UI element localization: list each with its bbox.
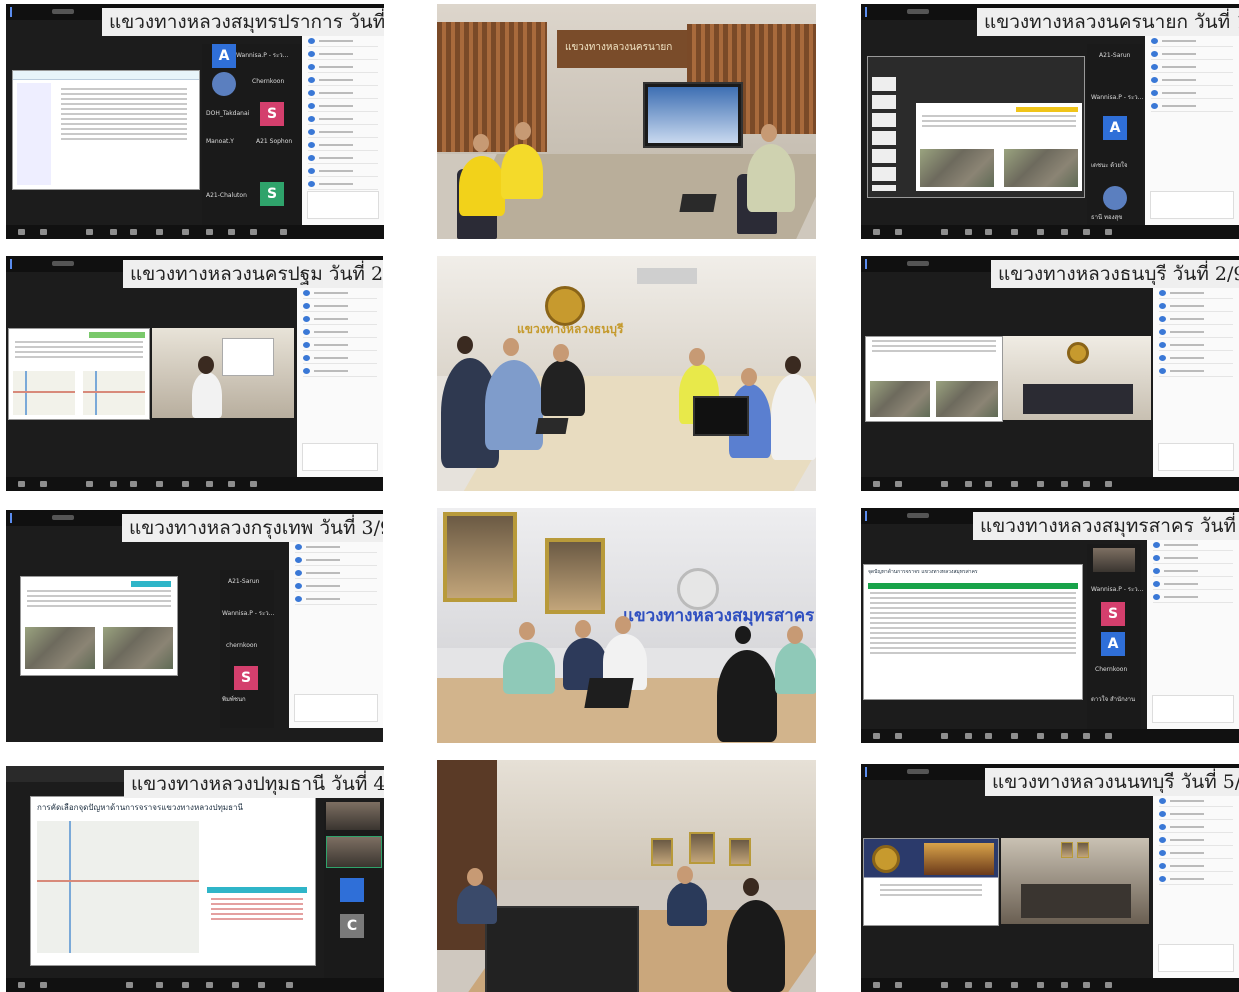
wall-sign: แขวงทางหลวงธนบุรี	[517, 322, 624, 336]
zoom-screenshot-samut-prakan: แขวงทางหลวงสมุทรปราการ วันที่ 29/8/68 AW…	[6, 4, 384, 239]
meeting-caption: แขวงทางหลวงสมุทรสาคร วันที่ 3/9/68	[973, 512, 1239, 540]
zoom-logo	[865, 7, 889, 17]
avatar	[212, 72, 236, 96]
participant-gallery: Wannisa.P - ระว... S A Chernkoon ดาวใจ ส…	[1087, 544, 1143, 729]
shared-slide: จุดปัญหาด้านการจราจร แขวงทางหลวงสมุทรสาค…	[863, 564, 1083, 700]
zoom-toolbar[interactable]	[6, 225, 384, 239]
meeting-photo-thonburi: แขวงทางหลวงธนบุรี	[437, 256, 816, 491]
zoom-toolbar[interactable]	[6, 477, 383, 491]
chat-input[interactable]	[1158, 944, 1234, 972]
monitor	[485, 906, 639, 992]
chat-input[interactable]	[294, 694, 378, 722]
participant-video	[152, 328, 294, 418]
chat-panel[interactable]	[1153, 286, 1239, 477]
shared-slide	[8, 328, 150, 420]
zoom-screenshot-nonthaburi: แขวงทางหลวงนนทบุรี วันที่ 5/9/68	[861, 764, 1239, 992]
chat-panel[interactable]	[1145, 34, 1239, 225]
zoom-toolbar[interactable]	[861, 225, 1239, 239]
zoom-screenshot-nakhon-nayok: แขวงทางหลวงนครนายก วันที่ 1/9/68 A21-Sar…	[861, 4, 1239, 239]
slide-title: จุดปัญหาด้านการจราจร แขวงทางหลวงสมุทรสาค…	[868, 569, 978, 575]
zoom-screenshot-samut-sakhon: แขวงทางหลวงสมุทรสาคร วันที่ 3/9/68 จุดปั…	[861, 508, 1239, 743]
avatar: S	[260, 102, 284, 126]
meeting-photo-nakhon-nayok: แขวงทางหลวงนครนายก	[437, 4, 816, 239]
slide-title: การคัดเลือกจุดปัญหาด้านการจราจรแขวงทางหล…	[37, 803, 243, 812]
wall-sign: แขวงทางหลวงสมุทรสาคร	[623, 606, 815, 626]
zoom-screenshot-thonburi: แขวงทางหลวงธนบุรี วันที่ 2/9/68	[861, 256, 1239, 491]
meeting-caption: แขวงทางหลวงปทุมธานี วันที่ 4/9/68	[124, 770, 384, 798]
royal-portrait	[443, 512, 517, 602]
participant-video	[1001, 838, 1149, 924]
participant-video	[1003, 336, 1151, 420]
royal-portrait	[651, 838, 673, 866]
avatar: A	[1103, 116, 1127, 140]
shared-slide	[20, 576, 178, 676]
meeting-photo-pathum-thani	[437, 760, 816, 992]
meeting-caption: แขวงทางหลวงกรุงเทพ วันที่ 3/9/68	[122, 514, 383, 542]
zoom-toolbar[interactable]	[6, 978, 384, 992]
shared-slide	[863, 838, 999, 926]
avatar	[1103, 186, 1127, 210]
zoom-logo	[10, 7, 34, 17]
wall-sign: แขวงทางหลวงนครนายก	[565, 42, 673, 53]
zoom-toolbar[interactable]	[861, 477, 1239, 491]
avatar: S	[1101, 602, 1125, 626]
zoom-toolbar[interactable]	[861, 729, 1239, 743]
meeting-photo-samut-sakhon: แขวงทางหลวงสมุทรสาคร	[437, 508, 816, 743]
zoom-screenshot-pathum-thani: แขวงทางหลวงปทุมธานี วันที่ 4/9/68 การคัด…	[6, 766, 384, 992]
avatar: C	[340, 914, 364, 938]
avatar	[340, 878, 364, 902]
chat-panel[interactable]	[302, 34, 384, 225]
avatar: A	[212, 44, 236, 68]
chat-panel[interactable]	[289, 540, 383, 728]
chat-panel[interactable]	[1153, 794, 1239, 978]
avatar: A	[1101, 632, 1125, 656]
avatar: S	[234, 666, 258, 690]
meeting-caption: แขวงทางหลวงนครปฐม วันที่ 2/9/68	[123, 260, 383, 288]
royal-portrait	[545, 538, 605, 614]
zoom-logo	[10, 513, 34, 523]
shared-slide: การคัดเลือกจุดปัญหาด้านการจราจรแขวงทางหล…	[30, 796, 316, 966]
meeting-caption: แขวงทางหลวงนนทบุรี วันที่ 5/9/68	[985, 768, 1239, 796]
zoom-toolbar[interactable]	[861, 978, 1239, 992]
zoom-logo	[10, 259, 34, 269]
avatar: S	[260, 182, 284, 206]
zoom-logo	[865, 259, 889, 269]
meeting-caption: แขวงทางหลวงนครนายก วันที่ 1/9/68	[977, 8, 1239, 36]
chat-panel[interactable]	[1147, 538, 1239, 729]
shared-slide	[865, 336, 1003, 422]
shared-slide	[867, 56, 1085, 198]
meeting-caption: แขวงทางหลวงธนบุรี วันที่ 2/9/68	[991, 260, 1239, 288]
shared-slide	[12, 70, 200, 190]
royal-portrait	[729, 838, 751, 866]
chat-input[interactable]	[1152, 695, 1234, 723]
royal-portrait	[689, 832, 715, 864]
chat-input[interactable]	[1150, 191, 1234, 219]
participant-gallery: C	[324, 802, 382, 978]
participant-gallery: A21-Sarun Wannisa.P - ระว... chernkoon S…	[220, 570, 274, 728]
zoom-screenshot-bangkok: แขวงทางหลวงกรุงเทพ วันที่ 3/9/68 A21-Sar…	[6, 510, 383, 742]
tv-screen	[643, 82, 743, 148]
participant-gallery: A21-Sarun Wannisa.P - ระว... A เดชนะ ด้ว…	[1087, 44, 1143, 225]
participant-gallery: A Wannisa.P - ระว... Chernkoon DOH_Takdan…	[202, 44, 302, 225]
chat-input[interactable]	[307, 191, 379, 219]
monitor	[693, 396, 749, 436]
chat-input[interactable]	[302, 443, 378, 471]
zoom-screenshot-nakhon-pathom: แขวงทางหลวงนครปฐม วันที่ 2/9/68	[6, 256, 383, 491]
chat-panel[interactable]	[297, 286, 383, 477]
meeting-caption: แขวงทางหลวงสมุทรปราการ วันที่ 29/8/68	[102, 8, 384, 36]
zoom-logo	[865, 511, 889, 521]
zoom-logo	[865, 767, 889, 777]
chat-input[interactable]	[1158, 443, 1234, 471]
